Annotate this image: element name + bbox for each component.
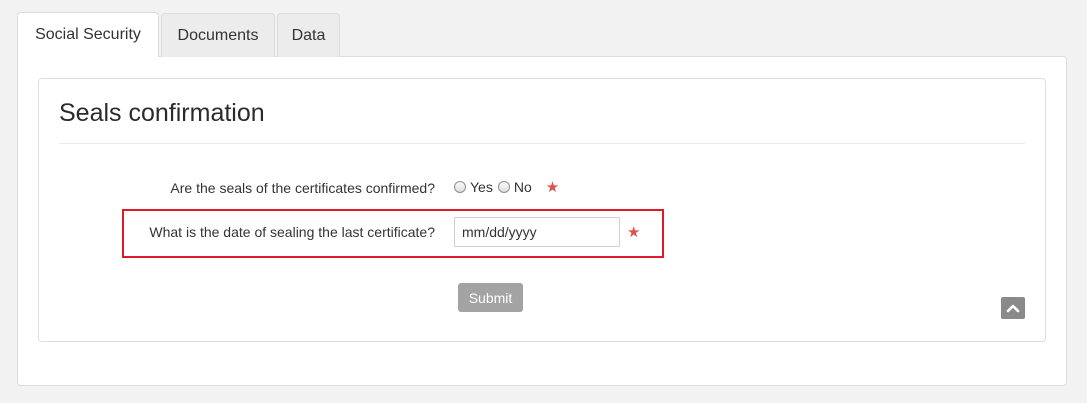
tab-data[interactable]: Data: [277, 13, 340, 57]
seals-confirmed-radio-group: Yes No ★: [454, 178, 559, 196]
tab-panel: Seals confirmation Are the seals of the …: [17, 56, 1067, 386]
radio-yes[interactable]: [454, 181, 466, 193]
tab-social-security[interactable]: Social Security: [17, 12, 159, 57]
radio-yes-label[interactable]: Yes: [470, 179, 493, 195]
radio-no-label[interactable]: No: [514, 179, 532, 195]
app-root: Social Security Documents Data Seals con…: [0, 0, 1087, 403]
seals-confirmed-label: Are the seals of the certificates confir…: [170, 180, 435, 196]
card-title: Seals confirmation: [59, 99, 265, 127]
date-placeholder: mm/dd/yyyy: [462, 224, 537, 240]
radio-no[interactable]: [497, 181, 510, 193]
divider: [59, 143, 1025, 144]
chevron-up-icon: [1006, 304, 1020, 313]
required-star-icon: ★: [627, 224, 641, 241]
seals-card: Seals confirmation Are the seals of the …: [38, 78, 1046, 342]
tab-documents[interactable]: Documents: [161, 13, 275, 57]
sealing-date-label: What is the date of sealing the last cer…: [149, 224, 435, 240]
submit-button[interactable]: Submit: [458, 283, 523, 312]
scroll-to-top-button[interactable]: [1001, 297, 1025, 319]
sealing-date-input[interactable]: mm/dd/yyyy: [454, 217, 620, 247]
required-star-icon: ★: [545, 179, 560, 196]
tab-bar: Social Security Documents Data: [17, 12, 342, 57]
